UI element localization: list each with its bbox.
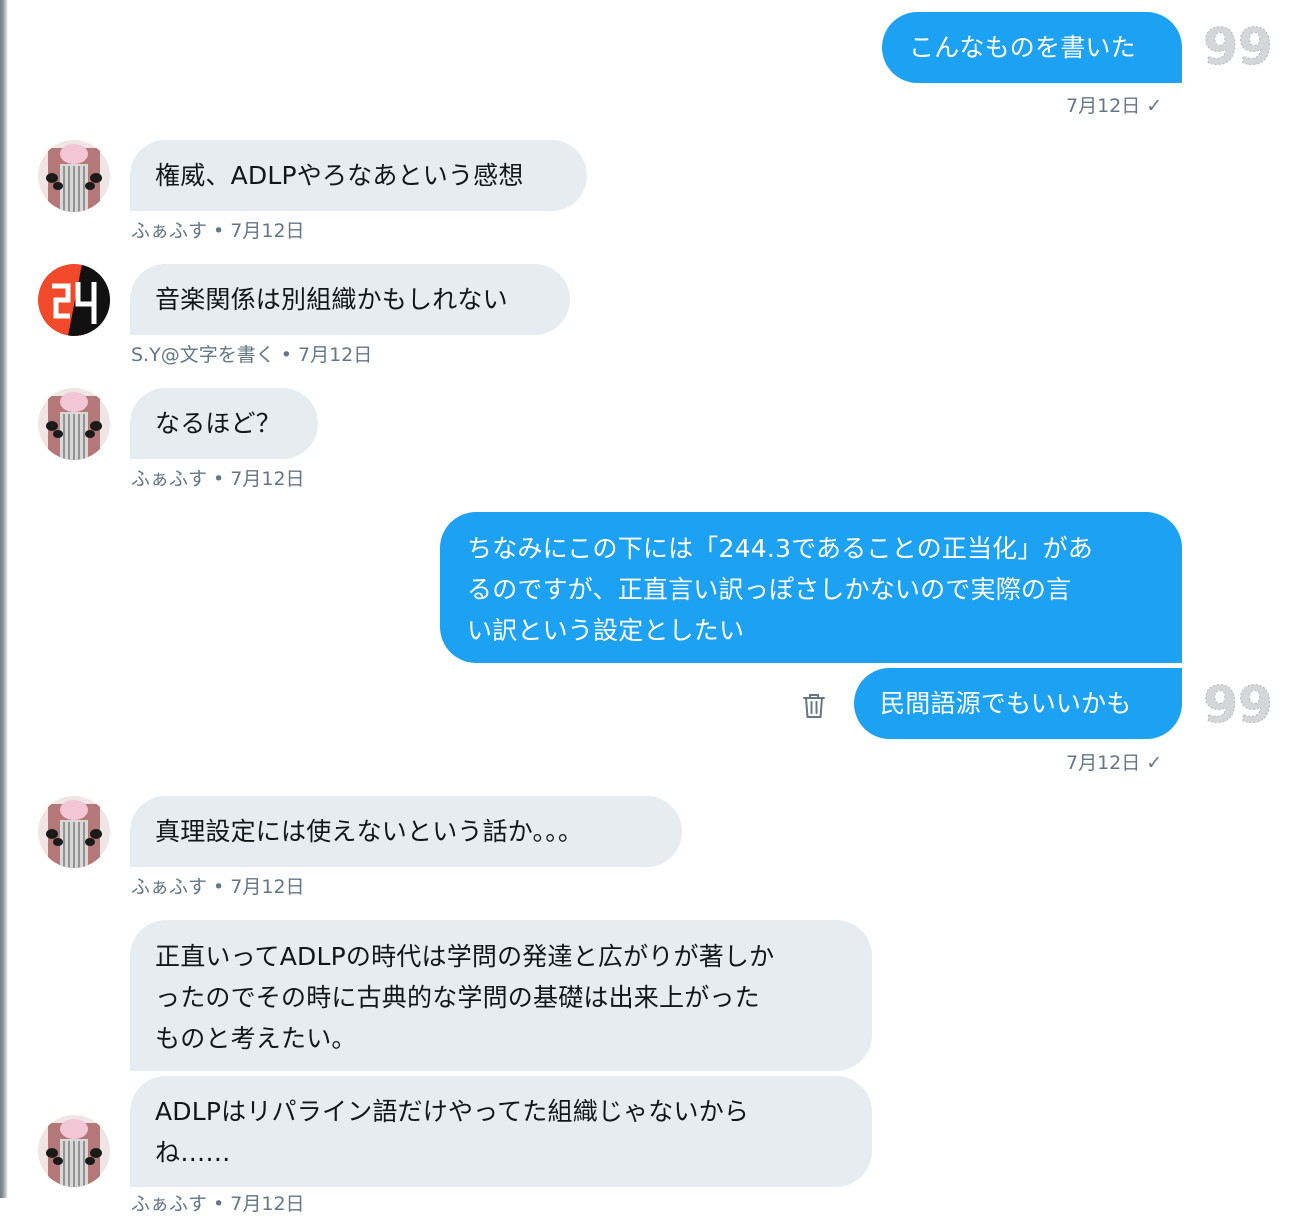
message-bubble-outgoing[interactable]: ちなみにこの下には「244.3であることの正当化」があ るのですが、正直言い訳っ…	[440, 512, 1182, 663]
message-bubble-incoming[interactable]: 真理設定には使えないという話か。。。	[130, 796, 682, 867]
avatar-sy-logo-icon	[38, 264, 110, 336]
message-meta: ふぁふす • 7月12日	[131, 468, 305, 490]
message-meta: S.Y@文字を書く • 7月12日	[131, 344, 373, 366]
message-text-line: ね……	[155, 1138, 231, 1167]
message-bubble-outgoing[interactable]: こんなものを書いた	[882, 12, 1182, 83]
user-avatar[interactable]	[38, 388, 110, 460]
avatar-illustration-icon	[38, 796, 110, 868]
window-edge	[0, 0, 8, 1198]
avatar-illustration-icon	[38, 1115, 110, 1187]
message-timestamp: 7月12日 ✓	[1066, 95, 1163, 117]
message-text-line: ものと考えたい。	[155, 1024, 357, 1053]
user-avatar[interactable]	[38, 796, 110, 868]
message-meta: ふぁふす • 7月12日	[131, 220, 305, 242]
message-text: なるほど？	[155, 409, 282, 438]
message-bubble-incoming[interactable]: 音楽関係は別組織かもしれない	[130, 264, 570, 335]
avatar-illustration-icon	[38, 140, 110, 212]
user-avatar[interactable]	[38, 264, 110, 336]
sender-avatar-99-icon: 99	[1203, 18, 1274, 74]
message-text-line: 正直いってADLPの時代は学問の発達と広がりが著しか	[155, 942, 775, 971]
message-bubble-incoming[interactable]: なるほど？	[130, 388, 318, 459]
message-bubble-incoming[interactable]: ADLPはリパライン語だけやってた組織じゃないから ね……	[130, 1076, 872, 1187]
user-avatar[interactable]	[38, 140, 110, 212]
avatar-illustration-icon	[38, 388, 110, 460]
message-text: 真理設定には使えないという話か。。。	[155, 817, 584, 846]
user-avatar[interactable]	[38, 1115, 110, 1187]
message-text: こんなものを書いた	[909, 33, 1136, 62]
message-bubble-outgoing[interactable]: 民間語源でもいいかも	[854, 668, 1182, 739]
svg-text:99: 99	[1203, 18, 1273, 74]
message-meta: ふぁふす • 7月12日	[131, 1193, 305, 1215]
message-text-line: い訳という設定としたい	[467, 616, 745, 645]
message-bubble-incoming[interactable]: 権威、ADLPやろなあという感想	[130, 140, 587, 211]
message-text-line: ちなみにこの下には「244.3であることの正当化」があ	[467, 534, 1093, 563]
message-meta: ふぁふす • 7月12日	[131, 876, 305, 898]
message-text-line: ADLPはリパライン語だけやってた組織じゃないから	[155, 1097, 750, 1126]
message-text: 音楽関係は別組織かもしれない	[155, 285, 508, 314]
svg-text:99: 99	[1203, 676, 1273, 732]
message-text-line: るのですが、正直言い訳っぽさしかないので実際の言	[467, 575, 1072, 604]
message-bubble-incoming[interactable]: 正直いってADLPの時代は学問の発達と広がりが著しか ったのでその時に古典的な学…	[130, 920, 872, 1071]
message-text-line: ったのでその時に古典的な学問の基礎は出来上がった	[155, 983, 760, 1012]
sender-avatar-99-icon: 99	[1203, 676, 1274, 732]
message-text: 民間語源でもいいかも	[880, 689, 1132, 718]
delete-message-icon[interactable]	[801, 692, 827, 720]
message-timestamp: 7月12日 ✓	[1066, 752, 1163, 774]
message-text: 権威、ADLPやろなあという感想	[155, 161, 524, 190]
